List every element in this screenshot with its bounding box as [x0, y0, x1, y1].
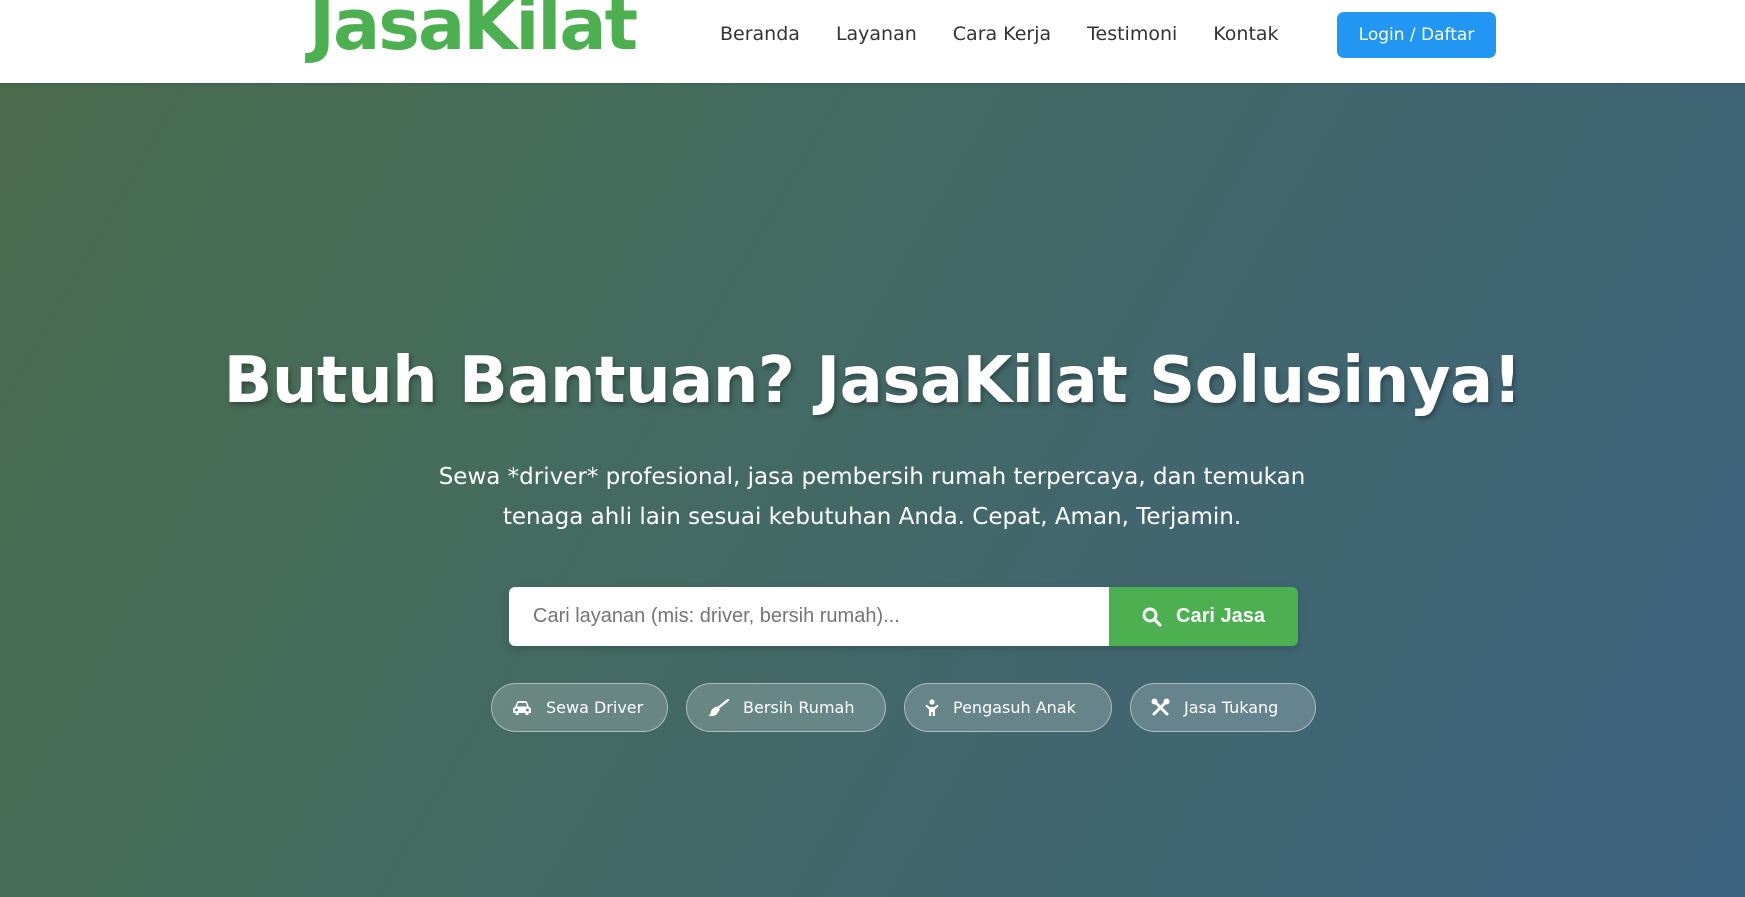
category-chip-pengasuh-anak[interactable]: Pengasuh Anak: [904, 683, 1112, 732]
login-button[interactable]: Login / Daftar: [1337, 12, 1496, 58]
search-box: Cari Jasa: [509, 587, 1298, 646]
category-chip-jasa-tukang[interactable]: Jasa Tukang: [1130, 683, 1316, 732]
site-header: JasaKilat Beranda Layanan Cara Kerja Tes…: [0, 0, 1745, 83]
category-chip-bersih-rumah[interactable]: Bersih Rumah: [686, 683, 886, 732]
nav-item-cara-kerja[interactable]: Cara Kerja: [953, 23, 1051, 45]
main-nav: Beranda Layanan Cara Kerja Testimoni Kon…: [720, 19, 1315, 49]
search-button-label: Cari Jasa: [1176, 605, 1265, 627]
search-icon: [1142, 607, 1162, 627]
logo[interactable]: JasaKilat: [309, 0, 638, 60]
car-icon: [512, 700, 532, 716]
hero-section: Butuh Bantuan? JasaKilat Solusinya! Sewa…: [0, 83, 1745, 897]
category-chip-label: Bersih Rumah: [743, 698, 855, 717]
nav-item-beranda[interactable]: Beranda: [720, 23, 800, 45]
search-input[interactable]: [509, 587, 1109, 646]
search-button[interactable]: Cari Jasa: [1109, 587, 1298, 646]
child-icon: [925, 698, 939, 717]
category-chip-label: Sewa Driver: [546, 698, 644, 717]
nav-item-testimoni[interactable]: Testimoni: [1087, 23, 1177, 45]
nav-item-layanan[interactable]: Layanan: [836, 23, 917, 45]
hero-title: Butuh Bantuan? JasaKilat Solusinya!: [223, 344, 1522, 418]
category-chip-sewa-driver[interactable]: Sewa Driver: [491, 683, 668, 732]
nav-item-kontak[interactable]: Kontak: [1213, 23, 1278, 45]
category-chip-label: Pengasuh Anak: [953, 698, 1076, 717]
category-chip-label: Jasa Tukang: [1184, 698, 1279, 717]
tools-icon: [1151, 698, 1170, 717]
broom-icon: [707, 698, 729, 717]
hero-subtitle: Sewa *driver* profesional, jasa pembersi…: [438, 464, 1306, 530]
